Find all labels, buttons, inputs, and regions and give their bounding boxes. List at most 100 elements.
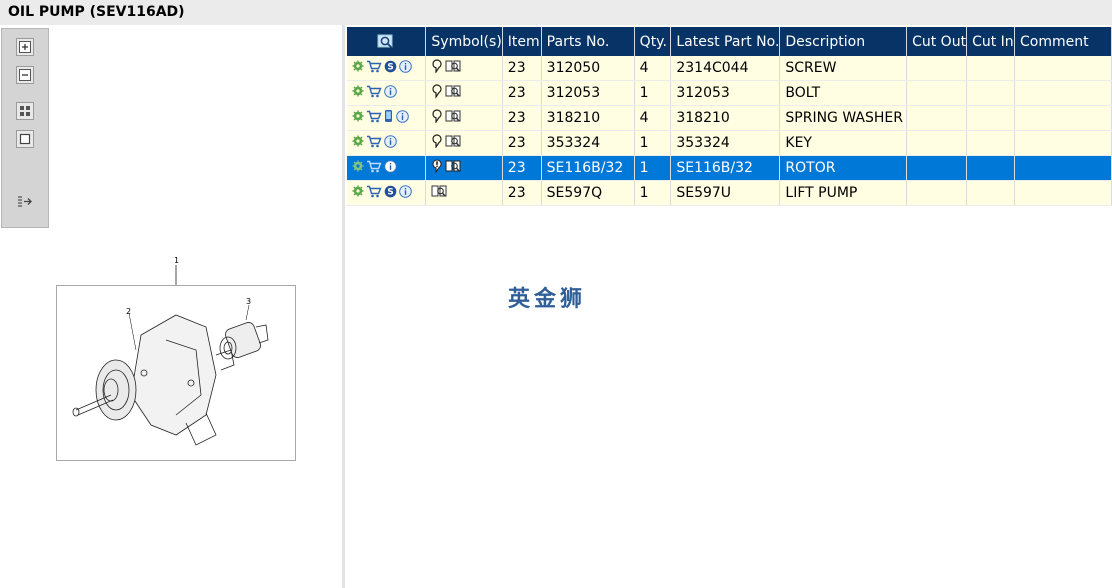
gear-icon[interactable] xyxy=(352,135,364,151)
export-arrow-icon xyxy=(18,196,32,207)
book-icon[interactable] xyxy=(445,109,461,127)
cell-comment xyxy=(1014,80,1112,106)
info-icon[interactable] xyxy=(396,109,409,127)
grid-icon xyxy=(20,106,30,116)
zoom-in-button[interactable] xyxy=(16,38,34,56)
cell-qty: 1 xyxy=(634,80,672,106)
book-icon[interactable] xyxy=(445,59,461,77)
cell-cut-out xyxy=(906,155,968,181)
zoom-out-button[interactable] xyxy=(16,66,34,84)
book-icon[interactable] xyxy=(445,159,461,177)
gear-icon[interactable] xyxy=(352,110,364,126)
info-icon[interactable] xyxy=(384,134,397,152)
pin-icon[interactable] xyxy=(431,59,445,77)
column-header-parts-no[interactable]: Parts No. xyxy=(541,27,635,56)
page-title: OIL PUMP (SEV116AD) xyxy=(8,4,185,20)
column-header-cut-in[interactable]: Cut In xyxy=(966,27,1016,56)
column-header-cut-out[interactable]: Cut Out xyxy=(906,27,968,56)
parts-table: Symbol(s) Item Parts No. Qty. Latest Par… xyxy=(347,27,1112,206)
cell-cut-out xyxy=(906,80,968,106)
gear-icon[interactable] xyxy=(352,85,364,101)
cell-description: LIFT PUMP xyxy=(779,180,908,206)
cell-description: SPRING WASHER xyxy=(779,105,908,131)
cell-latest-part-no: 312053 xyxy=(670,80,781,106)
table-row[interactable]: S 23 312050 4 2314C044 SCREW xyxy=(347,56,1112,81)
gear-icon[interactable] xyxy=(352,60,364,76)
oil-pump-diagram xyxy=(72,265,269,446)
book-icon[interactable] xyxy=(445,134,461,152)
column-header-item[interactable]: Item xyxy=(502,27,542,56)
pin-icon[interactable] xyxy=(431,134,445,152)
cell-cut-in xyxy=(966,80,1016,106)
cell-latest-part-no: 318210 xyxy=(670,105,781,131)
cell-item: 23 xyxy=(502,56,542,81)
callout-2[interactable]: 2 xyxy=(126,307,131,316)
row-action-icons: S xyxy=(347,180,427,206)
table-row[interactable]: 23 SE116B/32 1 SE116B/32 ROTOR xyxy=(347,155,1112,181)
column-header-search[interactable] xyxy=(347,27,427,56)
row-action-icons xyxy=(347,130,427,156)
cell-parts-no: 318210 xyxy=(541,105,635,131)
cell-cut-out xyxy=(906,105,968,131)
plus-icon xyxy=(19,41,31,53)
table-row[interactable]: S 23 SE597Q 1 SE597U LIFT PUMP xyxy=(347,180,1112,206)
cell-cut-in xyxy=(966,56,1016,81)
cell-qty: 4 xyxy=(634,105,672,131)
callout-3[interactable]: 3 xyxy=(246,297,251,306)
row-symbol-icons xyxy=(425,180,503,206)
s-badge-icon[interactable]: S xyxy=(384,60,397,77)
svg-text:S: S xyxy=(387,187,393,197)
cart-icon[interactable] xyxy=(366,135,382,152)
cell-cut-in xyxy=(966,105,1016,131)
row-action-icons xyxy=(347,105,427,131)
book-icon[interactable] xyxy=(445,84,461,102)
column-header-comment[interactable]: Comment xyxy=(1014,27,1112,56)
info-icon[interactable] xyxy=(399,184,412,202)
cart-icon[interactable] xyxy=(366,160,382,177)
cell-parts-no: 312053 xyxy=(541,80,635,106)
table-row[interactable]: 23 353324 1 353324 KEY xyxy=(347,130,1112,156)
alert-pin-icon[interactable] xyxy=(431,159,445,177)
column-header-symbols[interactable]: Symbol(s) xyxy=(425,27,503,56)
cell-latest-part-no: 2314C044 xyxy=(670,56,781,81)
fit-all-button[interactable] xyxy=(16,102,34,120)
book-icon[interactable] xyxy=(431,184,447,202)
phone-icon[interactable] xyxy=(384,109,394,127)
column-header-qty[interactable]: Qty. xyxy=(634,27,672,56)
title-bar: OIL PUMP (SEV116AD) xyxy=(0,0,1112,25)
info-icon[interactable] xyxy=(384,159,397,177)
info-icon[interactable] xyxy=(399,59,412,77)
callout-1[interactable]: 1 xyxy=(174,256,179,265)
cell-latest-part-no: SE597U xyxy=(670,180,781,206)
cell-parts-no: 353324 xyxy=(541,130,635,156)
cell-cut-in xyxy=(966,155,1016,181)
export-button[interactable] xyxy=(16,193,34,211)
cell-item: 23 xyxy=(502,155,542,181)
pane-splitter[interactable] xyxy=(342,25,345,588)
cell-parts-no: 312050 xyxy=(541,56,635,81)
cell-description: ROTOR xyxy=(779,155,908,181)
cell-cut-out xyxy=(906,56,968,81)
s-badge-icon[interactable]: S xyxy=(384,185,397,202)
cart-icon[interactable] xyxy=(366,85,382,102)
cell-latest-part-no: 353324 xyxy=(670,130,781,156)
cell-qty: 1 xyxy=(634,180,672,206)
cell-qty: 1 xyxy=(634,155,672,181)
cell-latest-part-no: SE116B/32 xyxy=(670,155,781,181)
pin-icon[interactable] xyxy=(431,84,445,102)
column-header-latest-part-no[interactable]: Latest Part No. xyxy=(670,27,781,56)
gear-icon[interactable] xyxy=(352,160,364,176)
pin-icon[interactable] xyxy=(431,109,445,127)
cart-icon[interactable] xyxy=(366,110,382,127)
cell-item: 23 xyxy=(502,105,542,131)
gear-icon[interactable] xyxy=(352,185,364,201)
table-row[interactable]: 23 318210 4 318210 SPRING WASHER xyxy=(347,105,1112,131)
diagram-toolbar xyxy=(1,28,49,228)
info-icon[interactable] xyxy=(384,84,397,102)
cart-icon[interactable] xyxy=(366,60,382,77)
cart-icon[interactable] xyxy=(366,185,382,202)
column-header-description[interactable]: Description xyxy=(779,27,908,56)
actual-size-button[interactable] xyxy=(16,130,34,148)
cell-item: 23 xyxy=(502,130,542,156)
table-row[interactable]: 23 312053 1 312053 BOLT xyxy=(347,80,1112,106)
